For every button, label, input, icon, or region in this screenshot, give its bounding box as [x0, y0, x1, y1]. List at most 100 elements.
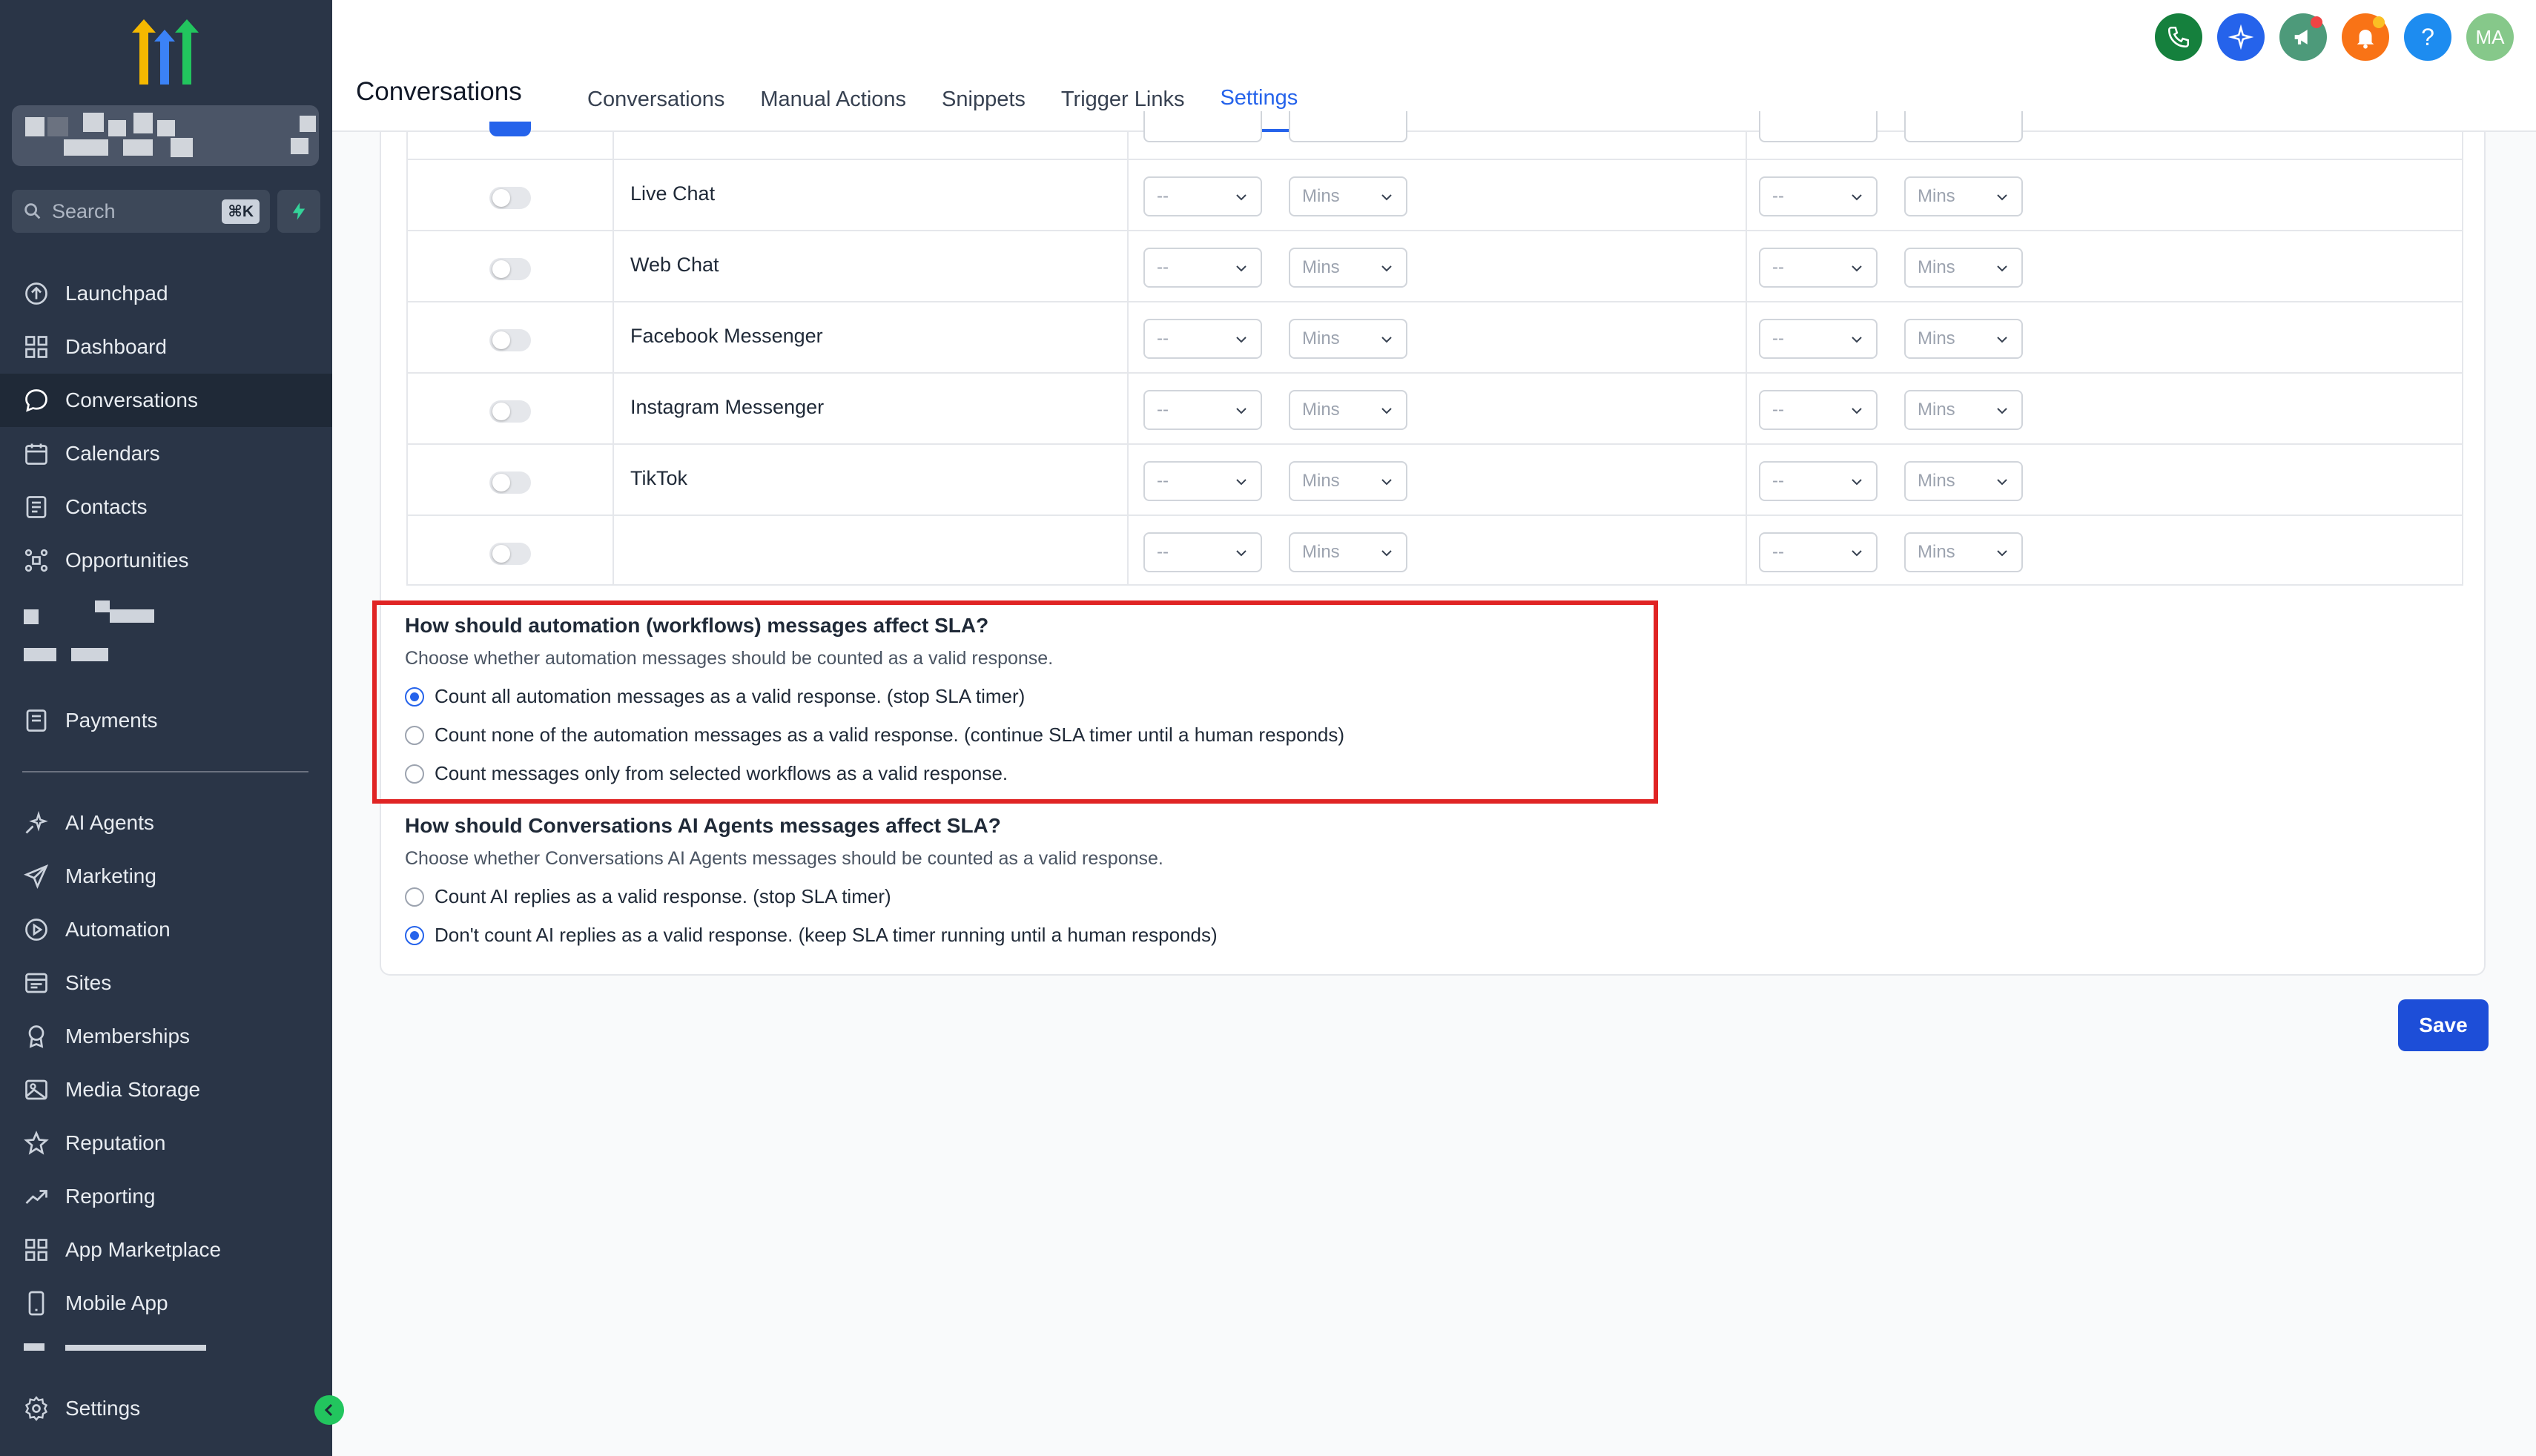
ai-assistant-button[interactable]: [2217, 13, 2265, 61]
select-value: --: [1772, 400, 1784, 420]
quick-actions-button[interactable]: [277, 190, 320, 233]
sidebar-item-ai-agents[interactable]: AI Agents: [0, 796, 332, 850]
sla-channel-table: Live Chat -- Mins -- Mins Web Chat -- Mi…: [406, 111, 2463, 586]
radio-button[interactable]: [405, 686, 424, 707]
channel-toggle[interactable]: [489, 258, 531, 280]
resolution-unit-select[interactable]: Mins: [1904, 319, 2023, 359]
announcements-button[interactable]: [2279, 13, 2327, 61]
first-response-unit-select[interactable]: Mins: [1289, 390, 1407, 430]
tab-conversations[interactable]: Conversations: [569, 67, 742, 132]
sidebar-divider: [22, 771, 308, 772]
chevron-down-icon: [1852, 194, 1862, 201]
resolution-unit-select[interactable]: [1904, 111, 2023, 142]
first-response-value-select[interactable]: --: [1143, 461, 1262, 501]
memberships-icon: [22, 1022, 50, 1050]
first-response-unit-select[interactable]: Mins: [1289, 319, 1407, 359]
sidebar-item-settings[interactable]: Settings: [0, 1382, 332, 1435]
radio-button[interactable]: [405, 925, 424, 945]
resolution-unit-select[interactable]: Mins: [1904, 176, 2023, 216]
user-avatar[interactable]: MA: [2466, 13, 2514, 61]
resolution-value-select[interactable]: [1759, 111, 1878, 142]
media-icon: [22, 1076, 50, 1104]
sidebar-item-media-storage[interactable]: Media Storage: [0, 1063, 332, 1116]
resolution-value-select[interactable]: --: [1759, 176, 1878, 216]
sidebar-collapse-button[interactable]: [314, 1395, 344, 1425]
resolution-value-select[interactable]: --: [1759, 248, 1878, 288]
select-value: --: [1772, 471, 1784, 491]
select-value: --: [1157, 186, 1169, 206]
channel-toggle[interactable]: [489, 122, 531, 136]
unread-dot: [2311, 16, 2322, 28]
phone-button[interactable]: [2155, 13, 2202, 61]
sidebar-item-conversations[interactable]: Conversations: [0, 374, 332, 427]
account-switcher[interactable]: [12, 105, 319, 166]
notifications-button[interactable]: [2342, 13, 2389, 61]
sidebar-item-label: Calendars: [65, 442, 160, 465]
chevron-down-icon: [1852, 408, 1862, 414]
first-response-value-select[interactable]: --: [1143, 176, 1262, 216]
sidebar-item-app-marketplace[interactable]: App Marketplace: [0, 1223, 332, 1277]
sidebar-item-dashboard[interactable]: Dashboard: [0, 320, 332, 374]
search-input[interactable]: Search ⌘K: [12, 190, 270, 233]
channel-toggle[interactable]: [489, 471, 531, 494]
launchpad-icon: [22, 279, 50, 308]
sidebar-item-calendars[interactable]: Calendars: [0, 427, 332, 480]
sidebar-item-mobile-app[interactable]: Mobile App: [0, 1277, 332, 1330]
sidebar-item-reporting[interactable]: Reporting: [0, 1170, 332, 1223]
first-response-unit-select[interactable]: Mins: [1289, 248, 1407, 288]
chevron-down-icon: [1236, 265, 1246, 272]
resolution-unit-select[interactable]: Mins: [1904, 248, 2023, 288]
resolution-unit-select[interactable]: Mins: [1904, 532, 2023, 572]
sidebar-item-memberships[interactable]: Memberships: [0, 1010, 332, 1063]
radio-button[interactable]: [405, 764, 424, 784]
help-button[interactable]: ?: [2404, 13, 2451, 61]
first-response-unit-select[interactable]: Mins: [1289, 176, 1407, 216]
sidebar-item-contacts[interactable]: Contacts: [0, 480, 332, 534]
sidebar-item-label: Contacts: [65, 495, 148, 518]
resolution-unit-select[interactable]: Mins: [1904, 390, 2023, 430]
sidebar-item-launchpad[interactable]: Launchpad: [0, 267, 332, 320]
radio-button[interactable]: [405, 887, 424, 907]
first-response-value-select[interactable]: --: [1143, 248, 1262, 288]
channel-toggle[interactable]: [489, 543, 531, 565]
first-response-unit-select[interactable]: Mins: [1289, 532, 1407, 572]
sidebar-item-automation[interactable]: Automation: [0, 903, 332, 956]
automation-option-none[interactable]: Count none of the automation messages as…: [405, 724, 1344, 747]
sidebar-item-marketing[interactable]: Marketing: [0, 850, 332, 903]
resolution-value-select[interactable]: --: [1759, 390, 1878, 430]
opportunities-icon: [22, 546, 50, 575]
sites-icon: [22, 969, 50, 997]
first-response-value-select[interactable]: [1143, 111, 1262, 142]
sidebar-item-payments[interactable]: Payments: [0, 694, 332, 747]
resolution-value-select[interactable]: --: [1759, 532, 1878, 572]
sidebar-item-sites[interactable]: Sites: [0, 956, 332, 1010]
first-response-value-select[interactable]: --: [1143, 319, 1262, 359]
chevron-down-icon: [1236, 550, 1246, 557]
first-response-unit-select[interactable]: Mins: [1289, 461, 1407, 501]
resolution-value-select[interactable]: --: [1759, 319, 1878, 359]
channel-toggle[interactable]: [489, 400, 531, 423]
automation-option-selected-workflows[interactable]: Count messages only from selected workfl…: [405, 762, 1008, 785]
resolution-unit-select[interactable]: Mins: [1904, 461, 2023, 501]
chevron-down-icon: [1997, 408, 2007, 414]
channel-toggle[interactable]: [489, 329, 531, 351]
chevron-down-icon: [1381, 550, 1392, 557]
table-row: Instagram Messenger -- Mins -- Mins: [408, 372, 2462, 443]
save-button[interactable]: Save: [2398, 999, 2489, 1051]
tab-snippets[interactable]: Snippets: [924, 67, 1043, 132]
first-response-value-select[interactable]: --: [1143, 390, 1262, 430]
resolution-value-select[interactable]: --: [1759, 461, 1878, 501]
sidebar-item-label: Reporting: [65, 1185, 156, 1208]
tab-manual-actions[interactable]: Manual Actions: [742, 67, 924, 132]
sidebar-item-label: Mobile App: [65, 1291, 168, 1314]
select-value: Mins: [1302, 471, 1340, 491]
sidebar-item-opportunities[interactable]: Opportunities: [0, 534, 332, 587]
sidebar-item-reputation[interactable]: Reputation: [0, 1116, 332, 1170]
channel-toggle[interactable]: [489, 187, 531, 209]
automation-option-all[interactable]: Count all automation messages as a valid…: [405, 685, 1025, 708]
ai-option-dont-count[interactable]: Don't count AI replies as a valid respon…: [405, 924, 1218, 947]
first-response-value-select[interactable]: --: [1143, 532, 1262, 572]
ai-option-count[interactable]: Count AI replies as a valid response. (s…: [405, 885, 891, 908]
first-response-unit-select[interactable]: [1289, 111, 1407, 142]
radio-button[interactable]: [405, 725, 424, 745]
